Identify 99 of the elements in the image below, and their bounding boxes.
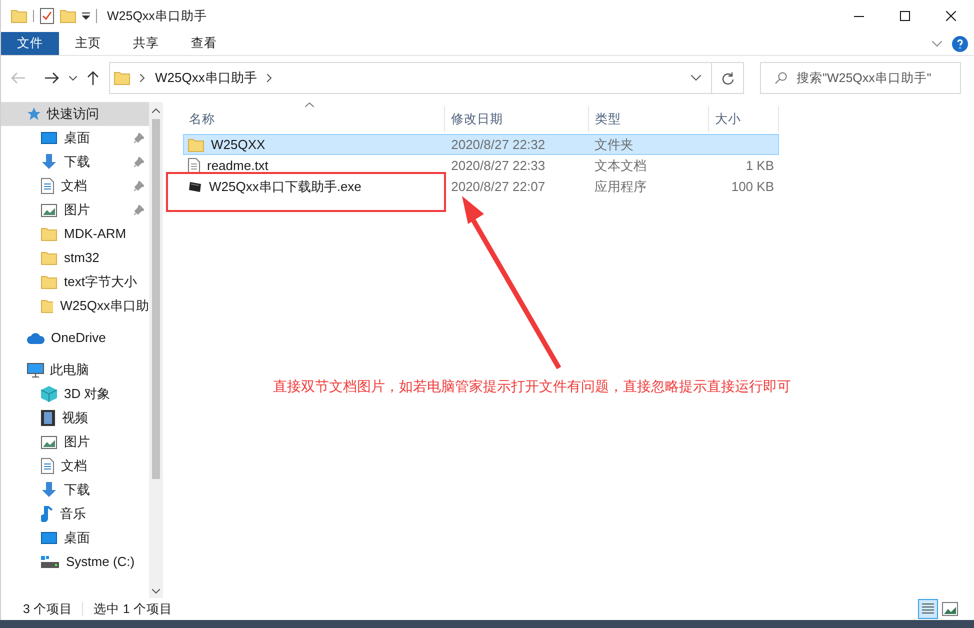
address-field[interactable]: W25Qxx串口助手 [109, 62, 744, 94]
pin-icon[interactable] [134, 181, 144, 191]
folder-icon [41, 299, 54, 313]
file-date: 2020/8/27 22:33 [451, 158, 546, 173]
search-input: 搜索"W25Qxx串口助手" [796, 68, 960, 88]
chevron-right-icon [140, 74, 145, 82]
chevron-down-icon[interactable] [691, 75, 701, 81]
nav-item[interactable]: 下载 [1, 478, 149, 502]
folder-icon [41, 251, 57, 265]
file-type: 应用程序 [594, 178, 647, 194]
scrollbar-thumb[interactable] [152, 119, 160, 479]
file-size: 100 KB [731, 178, 774, 194]
refresh-icon[interactable] [722, 72, 734, 84]
file-name: readme.txt [207, 156, 268, 175]
column-header[interactable]: 大小 [709, 106, 779, 132]
chevron-down-icon[interactable] [932, 40, 942, 46]
checklist-icon[interactable] [40, 8, 54, 24]
nav-item[interactable]: 音乐 [1, 502, 149, 526]
ribbon-tab[interactable]: 共享 [117, 32, 175, 55]
help-icon[interactable] [952, 36, 968, 52]
window-title: W25Qxx串口助手 [107, 8, 207, 25]
cloud-icon [27, 332, 45, 344]
column-header[interactable]: 类型 [589, 106, 709, 132]
file-type: 文件夹 [594, 136, 634, 152]
chip-icon [188, 180, 202, 192]
folder-icon [60, 9, 76, 23]
chevron-down-icon[interactable] [152, 589, 160, 594]
star-icon [27, 107, 41, 121]
pin-icon[interactable] [134, 205, 144, 215]
nav-item[interactable]: 文档 [1, 174, 149, 198]
file-row[interactable]: W25Qxx串口下载助手.exe 2020/8/27 22:07 应用程序 100 KB [183, 176, 779, 197]
film-icon [41, 410, 55, 426]
file-row[interactable]: readme.txt 2020/8/27 22:33 文本文档 1 KB [183, 155, 779, 176]
nav-item[interactable]: 文档 [1, 454, 149, 478]
nav-item[interactable]: 此电脑 [1, 358, 149, 382]
annotation-text: 直接双节文档图片，如若电脑管家提示打开文件有问题，直接忽略提示直接运行即可 [273, 377, 791, 396]
folder-icon [41, 227, 57, 241]
up-arrow-icon[interactable] [87, 71, 99, 85]
nav-item[interactable]: text字节大小 [1, 270, 149, 294]
nav-item[interactable]: 下载 [1, 150, 149, 174]
chevron-down-icon[interactable] [69, 76, 77, 80]
nav-item[interactable]: W25Qxx串口助 [1, 294, 149, 318]
column-header[interactable]: 修改日期 [445, 106, 589, 132]
dropdown-caret-icon[interactable] [82, 12, 90, 20]
download-arrow-icon [41, 154, 57, 170]
file-date: 2020/8/27 22:07 [451, 178, 546, 194]
file-size: 1 KB [746, 158, 774, 173]
cube-icon [41, 386, 57, 402]
nav-item[interactable]: 视频 [1, 406, 149, 430]
nav-item[interactable]: OneDrive [1, 326, 149, 350]
scrollbar[interactable] [149, 102, 163, 598]
chevron-right-icon [266, 74, 272, 82]
ribbon-tab[interactable]: 主页 [59, 32, 117, 55]
nav-item[interactable]: Systme (C:) [1, 550, 149, 574]
sort-caret-icon [305, 102, 314, 107]
forward-arrow-icon[interactable] [45, 72, 59, 84]
document-icon [41, 178, 54, 194]
file-name: W25QXX [211, 136, 266, 154]
folder-icon [11, 9, 27, 23]
nav-item[interactable]: 桌面 [1, 526, 149, 550]
text-file-icon [188, 158, 200, 173]
search-icon [775, 72, 787, 84]
picture-icon [41, 436, 57, 448]
breadcrumb-item[interactable]: W25Qxx串口助手 [155, 68, 257, 88]
picture-icon [41, 204, 57, 216]
nav-item[interactable]: 3D 对象 [1, 382, 149, 406]
ribbon-tab[interactable]: 文件 [1, 32, 59, 55]
file-type: 文本文档 [594, 158, 647, 173]
folder-icon [114, 71, 130, 85]
nav-item[interactable]: 图片 [1, 198, 149, 222]
drive-icon [41, 556, 59, 568]
close-icon [946, 11, 956, 21]
nav-item[interactable]: stm32 [1, 246, 149, 270]
ribbon-tab[interactable]: 查看 [175, 32, 233, 55]
nav-item[interactable]: 桌面 [1, 126, 149, 150]
column-header[interactable]: 名称 [183, 106, 445, 132]
pin-icon[interactable] [134, 133, 144, 143]
details-view-icon[interactable] [918, 599, 938, 619]
search-field[interactable]: 搜索"W25Qxx串口助手" [760, 62, 961, 94]
nav-item[interactable]: 快速访问 [1, 102, 149, 126]
file-row[interactable]: W25QXX 2020/8/27 22:32 文件夹 [183, 134, 779, 155]
chevron-up-icon[interactable] [152, 108, 160, 113]
folder-icon [188, 138, 204, 152]
desktop-icon [41, 132, 57, 144]
folder-icon [41, 275, 57, 289]
file-name: W25Qxx串口下载助手.exe [209, 178, 362, 196]
music-note-icon [41, 506, 53, 522]
nav-item[interactable]: 图片 [1, 430, 149, 454]
document-icon [41, 458, 54, 474]
nav-item[interactable]: MDK-ARM [1, 222, 149, 246]
file-date: 2020/8/27 22:32 [451, 136, 546, 152]
download-arrow-icon [41, 482, 57, 498]
selection-count: 选中 1 个项目 [93, 600, 172, 618]
pin-icon[interactable] [134, 157, 144, 167]
picture-view-icon[interactable] [942, 602, 958, 616]
monitor-icon [27, 362, 44, 378]
desktop-icon [41, 532, 57, 544]
item-count: 3 个项目 [23, 600, 72, 618]
maximize-icon [900, 11, 910, 21]
